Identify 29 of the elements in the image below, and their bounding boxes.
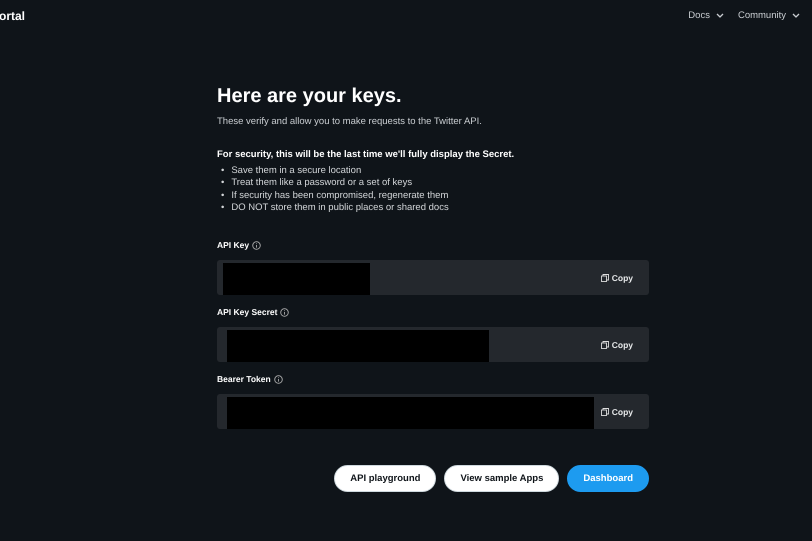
tip-item: If security has been compromised, regenerate them <box>231 188 448 202</box>
bullet: • <box>221 164 224 177</box>
chevron-down-icon <box>716 13 724 18</box>
key-label: API Key Secret <box>217 307 278 317</box>
link-button[interactable]: API playground <box>334 465 436 492</box>
nav-menu[interactable]: Community <box>738 10 800 21</box>
copy-icon <box>600 274 609 282</box>
copy-icon <box>600 340 609 348</box>
bullet: • <box>221 176 224 190</box>
key-label: Bearer Token <box>217 374 271 384</box>
nav-menu[interactable]: Docs <box>688 10 724 21</box>
info-icon <box>274 374 283 384</box>
tip-item: Save them in a secure location <box>231 164 362 177</box>
copy-button[interactable]: Copy <box>594 260 639 295</box>
subtitle: These verify and allow you to make requests to the Twitter API. <box>217 116 483 127</box>
tip-item: DO NOT store them in public places or shared docs <box>231 201 449 214</box>
link-button[interactable]: View sample Apps <box>444 465 560 492</box>
security-warning: For security, this will be the last time we'll fully display the Secret. <box>217 149 516 160</box>
info-icon <box>252 240 262 250</box>
copy-icon <box>600 408 609 416</box>
chevron-down-icon <box>792 13 800 18</box>
tip-item: Treat them like a password or a set of keys <box>231 176 412 190</box>
info-icon <box>280 308 290 316</box>
bullet: • <box>221 201 224 214</box>
key-label: API Key <box>217 240 250 250</box>
page-title: Here are your keys. <box>217 84 403 109</box>
copy-button[interactable]: Copy <box>594 394 639 429</box>
bullet: • <box>221 188 224 202</box>
copy-button[interactable]: Copy <box>594 327 639 362</box>
